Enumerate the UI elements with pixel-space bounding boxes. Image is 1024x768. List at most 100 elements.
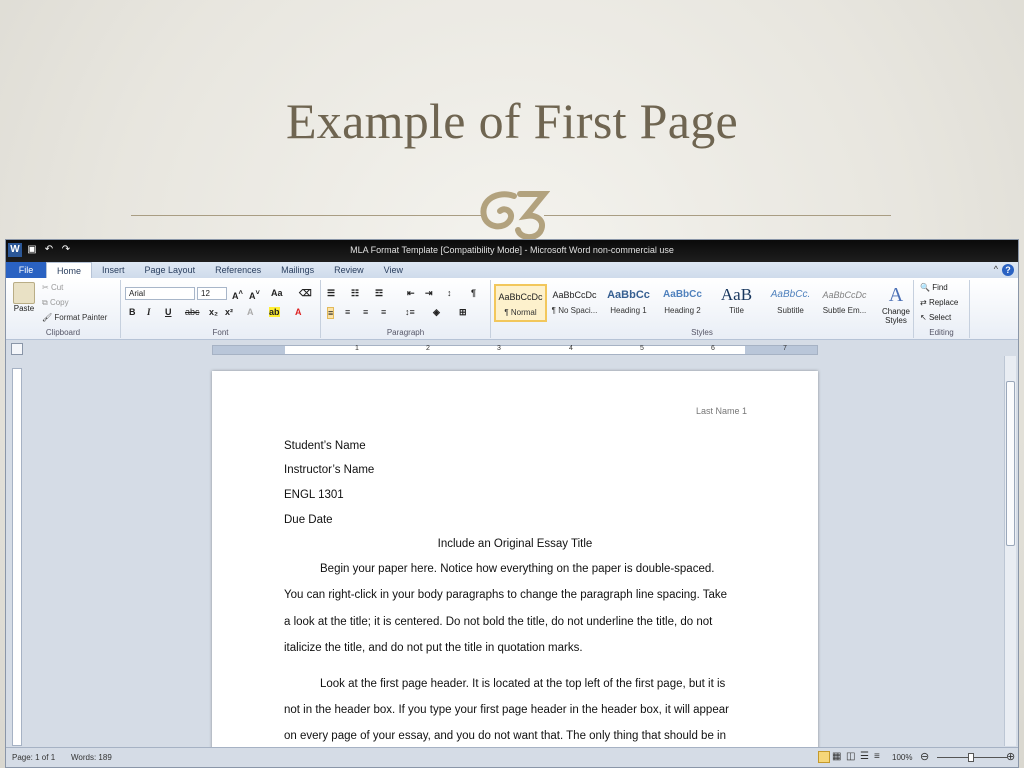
tab-view[interactable]: View [374,262,413,278]
font-size-select[interactable]: 12 [197,287,227,300]
decrease-indent-icon[interactable]: ⇤ [407,288,415,299]
tab-insert[interactable]: Insert [92,262,135,278]
zoom-level[interactable]: 100% [892,753,912,762]
word-window: W ▣ ↶ ↷ MLA Format Template [Compatibili… [5,239,1019,768]
line-spacing-icon[interactable]: ↕≡ [405,307,415,317]
copy-button[interactable]: ⧉ Copy [42,298,69,308]
font-color-icon[interactable]: A [295,307,302,317]
doc-line: Instructor’s Name [284,464,375,476]
change-styles-label: Change Styles [881,307,911,325]
zoom-in-icon[interactable]: ⊕ [1006,750,1015,763]
sort-icon[interactable]: ↕ [447,288,452,298]
paste-button[interactable]: Paste [10,282,38,313]
justify-icon[interactable]: ≡ [381,307,386,317]
ribbon: Paste ✂ Cut ⧉ Copy 🖌 Format Painter Clip… [6,278,1018,340]
align-right-icon[interactable]: ≡ [363,307,368,317]
ruler-number: 3 [497,345,501,352]
clear-formatting-icon[interactable]: ⌫ [299,288,312,299]
style-sample: AaBbCcDc [552,290,597,300]
style-subtle-emphasis[interactable]: AaBbCcDc Subtle Em... [818,284,871,322]
ornament-icon [480,191,550,240]
style-heading-2[interactable]: AaBbCc Heading 2 [656,284,709,322]
help-icon[interactable]: ? [1002,264,1014,276]
tab-home[interactable]: Home [46,262,93,278]
font-name-select[interactable]: Arial [125,287,195,300]
web-layout-icon[interactable]: ◫ [846,751,855,762]
tab-review[interactable]: Review [324,262,374,278]
style-no-spacing[interactable]: AaBbCcDc ¶ No Spaci... [548,284,601,322]
clipboard-label: Clipboard [45,328,81,337]
shrink-font-icon[interactable]: A˅ [249,288,260,301]
doc-line: Student’s Name [284,440,366,452]
highlight-icon[interactable]: ab [269,307,280,317]
shading-icon[interactable]: ◈ [433,307,440,318]
change-styles-button[interactable]: A Change Styles [879,284,913,325]
bold-button[interactable]: B [129,307,136,317]
style-name: Title [729,306,744,315]
style-name: Heading 2 [664,306,701,315]
replace-button[interactable]: ⇄ Replace [920,298,958,307]
format-painter-button[interactable]: 🖌 Format Painter [42,313,107,322]
vertical-scrollbar[interactable] [1004,356,1016,746]
increase-indent-icon[interactable]: ⇥ [425,288,433,299]
numbering-icon[interactable]: ☷ [351,288,359,299]
full-screen-icon[interactable]: ▦ [832,751,841,762]
tab-file[interactable]: File [6,262,46,278]
style-sample: AaB [720,285,753,304]
find-label: Find [932,283,948,292]
doc-line: You can right-click in your body paragra… [284,589,728,601]
find-button[interactable]: 🔍 Find [920,283,948,292]
ruler-number: 6 [711,345,715,352]
paragraph-label: Paragraph [386,328,425,337]
zoom-slider[interactable] [937,753,1007,762]
slide-title: Example of First Page [285,93,739,149]
essay-title: Include an Original Essay Title [437,538,593,550]
style-subtitle[interactable]: AaBbCc. Subtitle [764,284,817,322]
tab-mailings[interactable]: Mailings [271,262,324,278]
tab-references[interactable]: References [205,262,271,278]
change-styles-icon: A [888,284,904,306]
outline-icon[interactable]: ☰ [860,751,869,762]
draft-icon[interactable]: ≡ [874,751,880,762]
tab-page-layout[interactable]: Page Layout [135,262,206,278]
scrollbar-thumb[interactable] [1006,381,1015,546]
italic-button[interactable]: I [147,307,151,317]
style-normal[interactable]: AaBbCcDc ¶ Normal [494,284,547,322]
paragraph-group: ☰ ☷ ☲ ⇤ ⇥ ↕ ¶ ≡ ≡ ≡ ≡ ↕≡ ◈ ⊞ Paragraph [321,280,491,338]
style-title[interactable]: AaB Title [710,284,763,322]
borders-icon[interactable]: ⊞ [459,307,467,318]
text-effects-icon[interactable]: A [247,307,254,317]
styles-group: AaBbCcDc ¶ Normal AaBbCcDc ¶ No Spaci...… [491,280,914,338]
zoom-out-icon[interactable]: ⊖ [920,750,929,763]
cut-button[interactable]: ✂ Cut [42,283,63,292]
subscript-icon[interactable]: x₂ [209,307,218,317]
bullets-icon[interactable]: ☰ [327,288,335,299]
tab-selector[interactable] [11,343,23,355]
document-page[interactable]: Last Name 1 Student’s Name Instructor’s … [212,371,818,761]
editing-label: Editing [929,328,954,337]
word-count[interactable]: Words: 189 [71,753,112,762]
select-button[interactable]: ↖ Select [920,313,951,322]
divider-left [131,215,481,216]
align-center-icon[interactable]: ≡ [345,307,350,317]
minimize-ribbon-icon[interactable]: ^ [994,264,998,276]
style-name: Subtitle [777,306,804,315]
vertical-ruler[interactable] [12,368,22,746]
page-count[interactable]: Page: 1 of 1 [12,753,55,762]
doc-line: ENGL 1301 [284,489,344,501]
multilevel-list-icon[interactable]: ☲ [375,288,383,299]
style-sample: AaBbCcDc [498,292,543,302]
superscript-icon[interactable]: x² [225,307,233,317]
grow-font-icon[interactable]: A˄ [232,288,243,301]
horizontal-ruler[interactable]: 1 2 3 4 5 6 7 [212,345,818,355]
print-layout-icon[interactable] [818,751,830,763]
align-left-icon[interactable]: ≡ [327,307,335,319]
style-name: ¶ No Spaci... [551,306,598,315]
copy-label: Copy [49,298,69,307]
zoom-thumb[interactable] [968,753,974,762]
underline-button[interactable]: U [165,307,172,317]
show-formatting-icon[interactable]: ¶ [471,288,476,298]
change-case-icon[interactable]: Aa [271,288,283,298]
style-heading-1[interactable]: AaBbCc Heading 1 [602,284,655,322]
strikethrough-icon[interactable]: abc [185,307,200,317]
